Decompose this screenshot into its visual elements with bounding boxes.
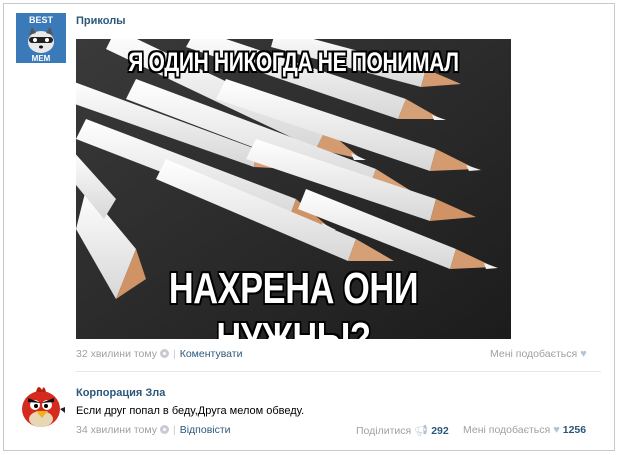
post1-like-button[interactable]: Мені подобається ♥: [490, 348, 587, 360]
post1-avatar[interactable]: BEST MEM: [16, 13, 66, 63]
settings-gear-icon[interactable]: [159, 425, 169, 434]
post2-avatar[interactable]: [16, 381, 66, 431]
post1-timestamp[interactable]: 32 хвилини тому: [76, 348, 157, 360]
meme-bottom-caption: НАХРЕНА ОНИ НУЖНЫ?: [168, 264, 419, 339]
heart-icon: ♥: [553, 424, 560, 436]
megaphone-icon: 📢︎: [414, 425, 429, 437]
post2-timestamp[interactable]: 34 хвилини тому: [76, 424, 157, 436]
comment-link[interactable]: Коментувати: [180, 348, 243, 360]
like-label: Мені подобається: [490, 348, 578, 360]
post2-meta: 34 хвилини тому | Відповісти: [76, 424, 231, 436]
share-count: 292: [431, 425, 449, 437]
meta-separator: |: [172, 348, 176, 360]
reply-link[interactable]: Відповісти: [180, 424, 231, 436]
avatar-text-top: BEST: [29, 15, 54, 25]
avatar-text-bottom: MEM: [32, 54, 51, 63]
share-label: Поділитися: [356, 425, 412, 437]
angry-bird-avatar-icon: [22, 386, 65, 427]
post1-meme-image[interactable]: Я ОДИН НИКОГДА НЕ ПОНИМАЛ НАХРЕНА ОНИ НУ…: [76, 39, 511, 339]
meta-separator: |: [172, 424, 176, 436]
post1-author-link[interactable]: Приколы: [76, 15, 126, 27]
share-button[interactable]: Поділитися 📢︎ 292: [356, 424, 449, 437]
like-count: 1256: [562, 424, 587, 436]
post2-like-button[interactable]: Мені подобається ♥ 1256: [463, 424, 586, 436]
post2-author-link[interactable]: Корпорация Зла: [76, 387, 165, 399]
like-label: Мені подобається: [463, 424, 551, 436]
meme-top-caption: Я ОДИН НИКОГДА НЕ ПОНИМАЛ: [128, 47, 459, 77]
post2-text: Если друг попал в беду,Друга мелом обвед…: [76, 405, 305, 417]
heart-icon: ♥: [580, 348, 587, 360]
raccoon-avatar-icon: BEST MEM: [16, 13, 66, 63]
post-divider: [76, 371, 601, 372]
settings-gear-icon[interactable]: [159, 349, 169, 358]
post1-meta: 32 хвилини тому | Коментувати: [76, 348, 242, 360]
